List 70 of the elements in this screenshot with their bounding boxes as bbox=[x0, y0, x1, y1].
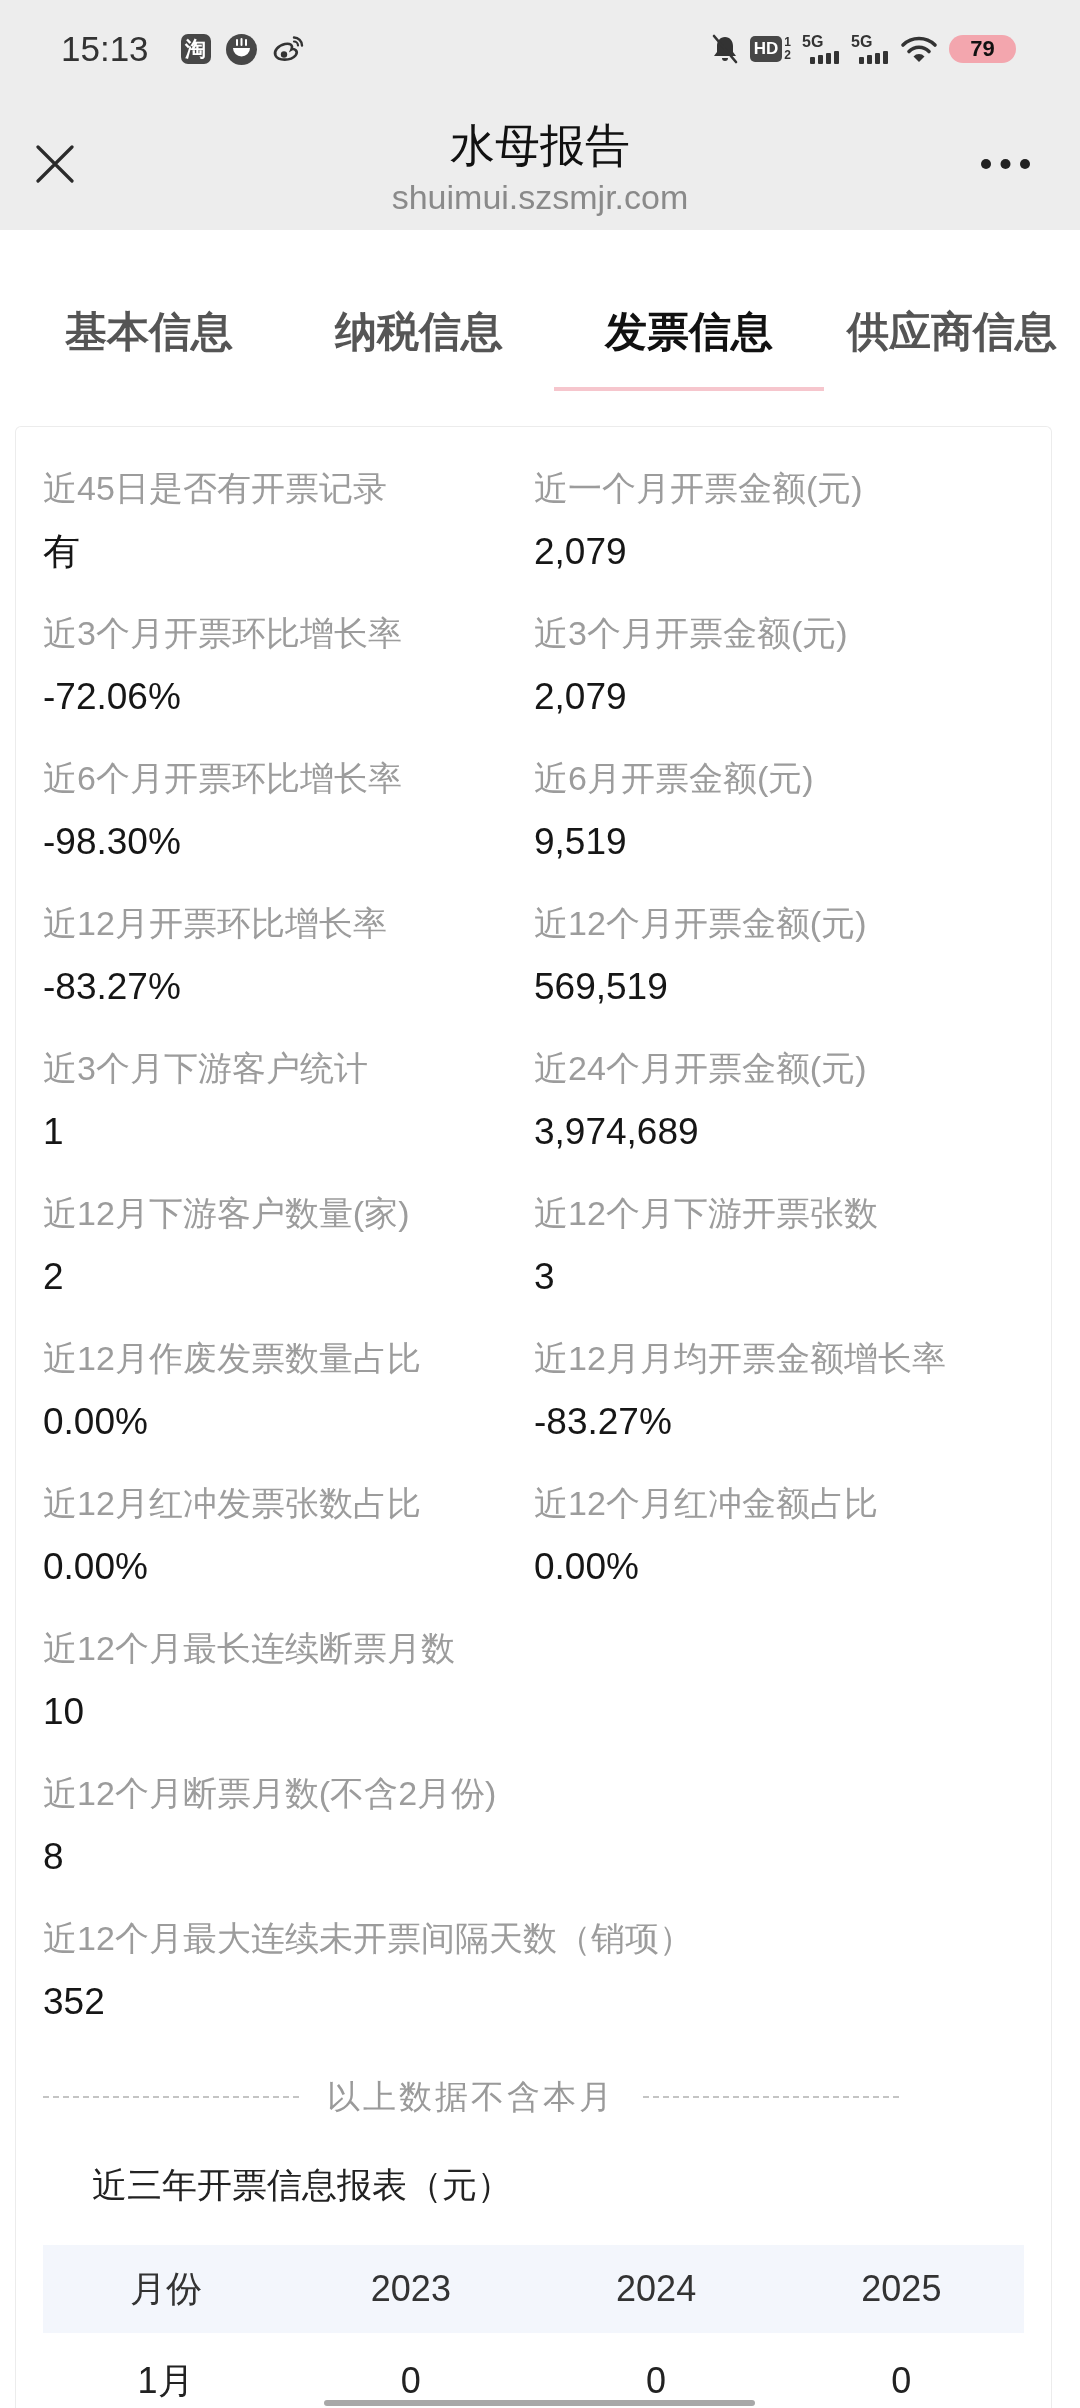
metric-label: 近12月作废发票数量占比 bbox=[43, 1338, 421, 1379]
tab[interactable]: 纳税信息 bbox=[284, 302, 554, 391]
metric-label: 近3个月开票环比增长率 bbox=[43, 613, 402, 654]
network-type-label: 5G bbox=[802, 34, 825, 50]
metric-value: -83.27% bbox=[43, 965, 181, 1009]
metric-value: 0.00% bbox=[43, 1545, 148, 1589]
metric-value: 有 bbox=[43, 530, 80, 574]
bowl-icon bbox=[225, 33, 257, 65]
data-note: 以上数据不含本月 bbox=[327, 2077, 615, 2117]
metric-value: 3,974,689 bbox=[534, 1110, 699, 1154]
metric-label: 近12个月红冲金额占比 bbox=[534, 1483, 878, 1524]
sim-slot-label: 2 bbox=[784, 49, 791, 62]
metric-label: 近12月下游客户数量(家) bbox=[43, 1193, 410, 1234]
metric-label: 近45日是否有开票记录 bbox=[43, 468, 387, 509]
metric-value: 9,519 bbox=[534, 820, 627, 864]
metric-value: 2 bbox=[43, 1255, 64, 1299]
metric-value: -83.27% bbox=[534, 1400, 672, 1444]
metric-value: 2,079 bbox=[534, 675, 627, 719]
metric-label: 近12个月断票月数(不含2月份) bbox=[43, 1773, 497, 1814]
metric-value: 2,079 bbox=[534, 530, 627, 574]
muted-bell-icon bbox=[710, 34, 739, 64]
metric-label: 近一个月开票金额(元) bbox=[534, 468, 863, 509]
network-type-label: 5G bbox=[851, 34, 874, 50]
more-icon[interactable] bbox=[981, 159, 1030, 169]
metric-label: 近12月开票环比增长率 bbox=[43, 903, 387, 944]
metric-label: 近12月月均开票金额增长率 bbox=[534, 1338, 946, 1379]
table-cell: 0 bbox=[400, 2365, 421, 2397]
table-cell: 0 bbox=[646, 2365, 667, 2397]
report-title: 近三年开票信息报表（元） bbox=[92, 2164, 512, 2206]
hd-badge: HD bbox=[749, 36, 783, 62]
battery-indicator: 79 bbox=[949, 35, 1016, 63]
table-header-cell-text: 2023 bbox=[369, 2267, 452, 2311]
metric-label: 近12月红冲发票张数占比 bbox=[43, 1483, 421, 1524]
tab[interactable]: 供应商信息 bbox=[824, 302, 1080, 391]
table-cell: 0 bbox=[891, 2365, 912, 2397]
metric-value: 569,519 bbox=[534, 965, 668, 1009]
metric-label: 近3个月下游客户统计 bbox=[43, 1048, 368, 1089]
tab[interactable]: 基本信息 bbox=[14, 302, 284, 391]
metric-label: 近12个月开票金额(元) bbox=[534, 903, 867, 944]
metric-label: 近6个月开票环比增长率 bbox=[43, 758, 402, 799]
metric-value: 0.00% bbox=[43, 1400, 148, 1444]
table-header-cell-text: 2024 bbox=[615, 2267, 698, 2311]
signal-icon bbox=[859, 50, 889, 64]
metric-value: -72.06% bbox=[43, 675, 181, 719]
metric-value: 3 bbox=[534, 1255, 555, 1299]
metric-label: 近12个月最大连续未开票间隔天数（销项） bbox=[43, 1918, 693, 1959]
metric-value: 8 bbox=[43, 1835, 64, 1879]
metric-value: 1 bbox=[43, 1110, 64, 1154]
signal-icon bbox=[810, 50, 840, 64]
metric-value: 352 bbox=[43, 1980, 105, 2024]
close-icon[interactable] bbox=[36, 145, 74, 183]
metric-label: 近3个月开票金额(元) bbox=[534, 613, 848, 654]
metric-label: 近12个月下游开票张数 bbox=[534, 1193, 878, 1234]
sim-slot-label: 1 bbox=[784, 36, 791, 49]
table-header-cell-text: 2025 bbox=[860, 2267, 943, 2311]
wifi-icon bbox=[900, 35, 938, 63]
table-header-cell-text: 月份 bbox=[128, 2267, 203, 2311]
status-time: 15:13 bbox=[61, 29, 149, 69]
metric-value: 0.00% bbox=[534, 1545, 639, 1589]
tab[interactable]: 发票信息 bbox=[554, 302, 824, 391]
metric-value: 10 bbox=[43, 1690, 85, 1734]
table-cell: 1月 bbox=[137, 2365, 194, 2397]
metric-label: 近24个月开票金额(元) bbox=[534, 1048, 867, 1089]
metric-label: 近6月开票金额(元) bbox=[534, 758, 814, 799]
metric-value: -98.30% bbox=[43, 820, 181, 864]
page-url: shuimui.szsmjr.com bbox=[391, 177, 689, 217]
app-badge: 淘 bbox=[180, 34, 211, 64]
page-title: 水母报告 bbox=[450, 120, 630, 172]
metric-label: 近12个月最长连续断票月数 bbox=[43, 1628, 455, 1669]
eye-icon bbox=[271, 35, 304, 63]
